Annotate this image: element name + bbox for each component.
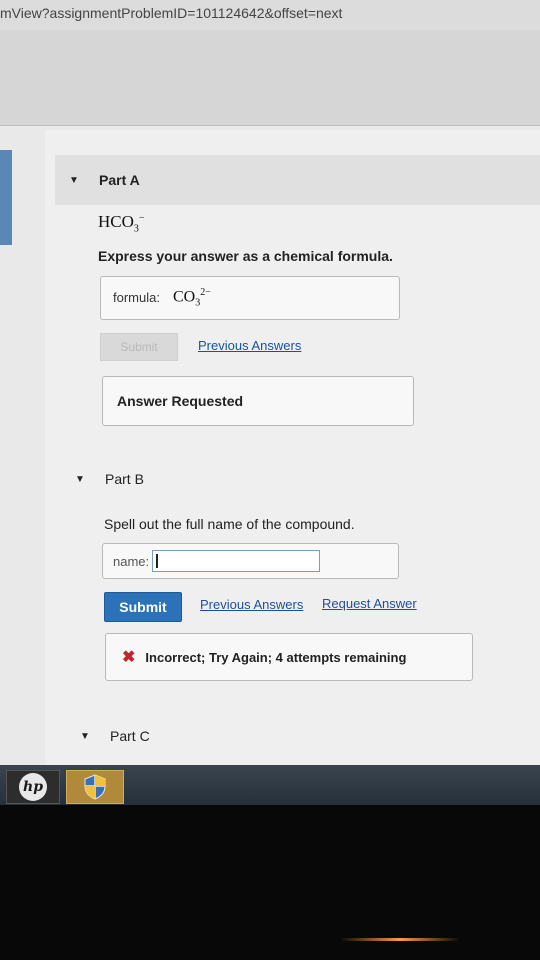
hp-logo-icon: hp — [19, 773, 47, 801]
part-b-submit-button[interactable]: Submit — [104, 592, 182, 622]
side-tab — [0, 150, 12, 245]
hp-logo-tile[interactable]: hp — [6, 770, 60, 804]
collapse-triangle-icon[interactable]: ▼ — [69, 175, 99, 186]
part-a-previous-answers-link[interactable]: Previous Answers — [198, 338, 301, 353]
answer-requested-text: Answer Requested — [117, 393, 244, 409]
shield-icon — [84, 774, 106, 800]
request-answer-link[interactable]: Request Answer — [322, 596, 417, 611]
formula-answer-value[interactable]: CO32− — [173, 287, 211, 309]
browser-toolbar-area — [0, 30, 540, 126]
formula-answer-box[interactable]: formula: CO32− — [100, 276, 400, 320]
part-a-header[interactable]: ▼ Part A — [55, 155, 540, 205]
incorrect-x-icon: ✖ — [122, 649, 136, 666]
answer-base: CO — [173, 288, 196, 306]
answer-requested-box: Answer Requested — [102, 376, 414, 426]
feedback-box: ✖ Incorrect; Try Again; 4 attempts remai… — [105, 633, 473, 681]
part-a-title: Part A — [99, 172, 140, 188]
part-a-instruction: Express your answer as a chemical formul… — [98, 248, 393, 264]
collapse-triangle-icon[interactable]: ▼ — [75, 474, 105, 485]
feedback-text: Incorrect; Try Again; 4 attempts remaini… — [145, 649, 407, 665]
compound-charge: − — [138, 212, 145, 224]
bezel-reflection — [340, 938, 460, 941]
part-b-title: Part B — [105, 471, 144, 487]
part-a-compound: HCO3− — [98, 212, 145, 234]
part-b-instruction: Spell out the full name of the compound. — [104, 516, 355, 532]
screen: mView?assignmentProblemID=101124642&offs… — [0, 0, 540, 765]
part-c-header[interactable]: ▼ Part C — [80, 728, 150, 744]
security-shield-tile[interactable] — [66, 770, 124, 804]
name-label: name: — [113, 554, 150, 569]
address-bar[interactable]: mView?assignmentProblemID=101124642&offs… — [0, 0, 540, 31]
name-input[interactable] — [152, 550, 320, 572]
url-text: mView?assignmentProblemID=101124642&offs… — [0, 5, 343, 21]
part-b-previous-answers-link[interactable]: Previous Answers — [200, 597, 303, 612]
part-c-title: Part C — [110, 728, 150, 744]
text-cursor — [156, 554, 158, 568]
formula-label: formula: — [113, 290, 160, 305]
collapse-triangle-icon[interactable]: ▼ — [80, 731, 110, 742]
monitor-bezel — [0, 805, 540, 960]
answer-charge: 2− — [200, 287, 211, 298]
answer-subscript: 3 — [195, 297, 201, 309]
compound-subscript: 3 — [133, 223, 139, 235]
compound-base: HCO — [98, 212, 134, 231]
part-a-submit-button[interactable]: Submit — [100, 333, 178, 361]
part-b-header[interactable]: ▼ Part B — [75, 471, 144, 487]
